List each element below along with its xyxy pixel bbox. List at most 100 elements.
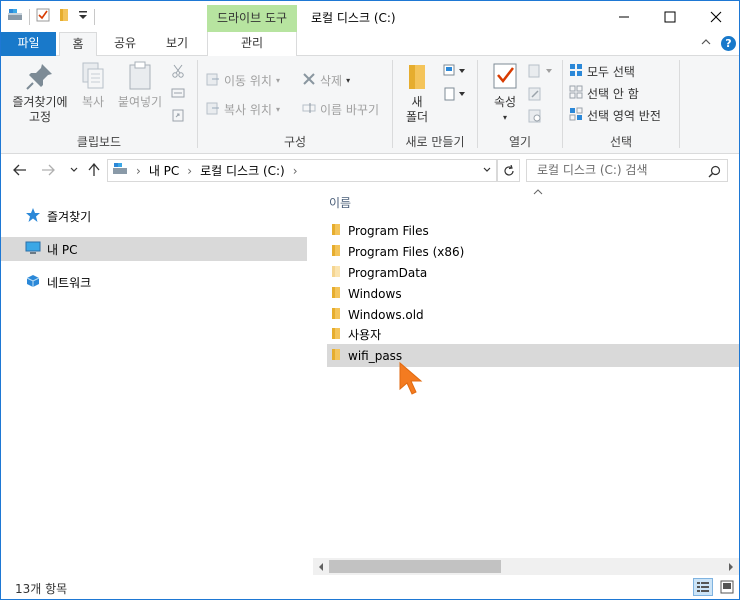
open-group-label: 열기 [508, 135, 532, 149]
breadcrumb-chevron-icon: › [136, 163, 141, 178]
explorer-window: 드라이브 도구 로컬 디스크 (C:) 파일 홈 공유 보기 관리 ? 즐겨찾기… [0, 0, 740, 600]
qat-separator [29, 8, 30, 25]
copy-label: 복사 [81, 95, 105, 109]
search-icon [708, 164, 721, 185]
group-separator [679, 60, 680, 148]
paste-button[interactable]: 붙여넣기 [113, 60, 167, 110]
column-header-name[interactable]: 이름 [329, 194, 351, 211]
delete-button[interactable]: 삭제 ▾ [302, 70, 350, 90]
tab-manage[interactable]: 관리 [207, 32, 297, 56]
select-all-button[interactable]: 모두 선택 [569, 61, 635, 81]
new-item-icon[interactable] [443, 64, 467, 81]
dropdown-arrow-icon: ▾ [275, 104, 280, 114]
copy-to-button[interactable]: 복사 위치 ▾ [206, 99, 280, 119]
drive-tools-context-tab: 드라이브 도구 [207, 5, 297, 32]
file-name: Program Files [348, 223, 429, 238]
qat-customize-icon[interactable] [78, 9, 88, 24]
ribbon-collapse-chevron-icon[interactable] [701, 36, 711, 50]
history-icon[interactable] [528, 109, 542, 126]
clipboard-group: 즐겨찾기에 고정 복사 붙여넣기 클립보드 [1, 56, 197, 154]
large-icons-view-button[interactable] [717, 578, 737, 596]
pc-icon [25, 241, 41, 258]
navigation-bar: › 내 PC › 로컬 디스크 (C:) › 로컬 디스크 (C:) 검색 [1, 154, 739, 188]
paste-shortcut-icon[interactable] [172, 108, 184, 125]
select-all-label: 모두 선택 [587, 64, 635, 79]
rename-icon [302, 101, 316, 118]
file-row-wifi-pass[interactable]: wifi_pass [327, 344, 739, 367]
select-all-icon [569, 63, 583, 80]
breadcrumb-this-pc[interactable]: 내 PC [149, 162, 179, 179]
file-row-program-files[interactable]: Program Files [327, 220, 739, 241]
properties-check-icon[interactable] [36, 8, 50, 25]
details-view-button[interactable] [693, 578, 713, 596]
delete-label: 삭제 [320, 73, 343, 88]
select-none-icon [569, 85, 583, 102]
copy-to-icon [206, 101, 220, 118]
scrollbar-thumb[interactable] [329, 560, 501, 573]
file-row-programdata[interactable]: ProgramData [327, 262, 739, 283]
file-row-windows[interactable]: Windows [327, 283, 739, 304]
recent-locations-chevron-icon[interactable] [69, 164, 79, 178]
file-row-windows-old[interactable]: Windows.old [327, 304, 739, 325]
status-bar: 13개 항목 [1, 575, 739, 599]
close-button[interactable] [693, 1, 739, 32]
mouse-cursor-icon [397, 361, 427, 400]
search-input[interactable]: 로컬 디스크 (C:) 검색 [526, 159, 728, 182]
pin-to-quick-access-button[interactable]: 즐겨찾기에 고정 [7, 60, 73, 125]
nav-item-quick-access[interactable]: 즐겨찾기 [1, 204, 307, 228]
nav-item-this-pc[interactable]: 내 PC [1, 237, 307, 261]
invert-selection-icon [569, 107, 583, 124]
open-group: 속성 ▾ 열기 [478, 56, 562, 154]
file-name: ProgramData [348, 265, 428, 280]
select-none-button[interactable]: 선택 안 함 [569, 83, 639, 103]
up-arrow-icon[interactable] [88, 162, 100, 180]
maximize-button[interactable] [647, 1, 693, 32]
refresh-button[interactable] [497, 159, 520, 182]
scroll-right-icon[interactable] [727, 561, 735, 575]
new-folder-qat-icon[interactable] [58, 8, 70, 25]
move-to-icon [206, 72, 220, 89]
easy-access-icon[interactable] [443, 87, 467, 104]
file-name: wifi_pass [348, 348, 403, 363]
title-bar: 드라이브 도구 로컬 디스크 (C:) [1, 1, 739, 32]
qat-separator [94, 8, 95, 25]
address-bar[interactable]: › 내 PC › 로컬 디스크 (C:) › [107, 159, 497, 182]
breadcrumb-local-disk[interactable]: 로컬 디스크 (C:) [200, 162, 285, 179]
new-folder-button[interactable]: 새 폴더 [399, 60, 435, 125]
forward-arrow-icon[interactable] [41, 164, 55, 179]
refresh-icon [503, 164, 514, 176]
properties-button[interactable]: 속성 ▾ [484, 60, 526, 125]
clipboard-icon [124, 60, 156, 92]
tab-home[interactable]: 홈 [59, 32, 97, 57]
edit-icon[interactable] [528, 87, 542, 104]
file-row-users[interactable]: 사용자 [327, 324, 739, 345]
drive-small-icon [112, 162, 128, 179]
copy-path-icon[interactable] [171, 87, 185, 102]
new-folder-icon [401, 60, 433, 92]
folder-icon [331, 286, 341, 302]
nav-item-network[interactable]: 네트워크 [1, 270, 307, 294]
minimize-button[interactable] [601, 1, 647, 32]
open-icon[interactable] [528, 64, 554, 81]
rename-button[interactable]: 이름 바꾸기 [302, 99, 379, 119]
select-group-label: 선택 [609, 135, 633, 149]
file-row-program-files-x86[interactable]: Program Files (x86) [327, 241, 739, 262]
scroll-left-icon[interactable] [317, 561, 325, 575]
dropdown-arrow-icon: ▾ [502, 113, 507, 122]
drive-icon[interactable] [7, 8, 23, 25]
invert-selection-button[interactable]: 선택 영역 반전 [569, 105, 661, 125]
cut-icon[interactable] [171, 64, 185, 81]
copy-button[interactable]: 복사 [75, 60, 111, 110]
invert-selection-label: 선택 영역 반전 [587, 108, 661, 123]
folder-icon [331, 223, 341, 239]
folder-icon [331, 327, 341, 343]
address-dropdown-chevron-icon[interactable] [482, 164, 492, 178]
help-icon[interactable]: ? [721, 36, 736, 51]
tab-view[interactable]: 보기 [157, 32, 197, 56]
horizontal-scrollbar[interactable] [313, 558, 739, 575]
move-to-button[interactable]: 이동 위치 ▾ [206, 70, 280, 90]
tab-share[interactable]: 공유 [105, 32, 145, 56]
clipboard-group-label: 클립보드 [76, 135, 122, 149]
tab-file[interactable]: 파일 [1, 32, 56, 56]
back-arrow-icon[interactable] [13, 164, 27, 179]
